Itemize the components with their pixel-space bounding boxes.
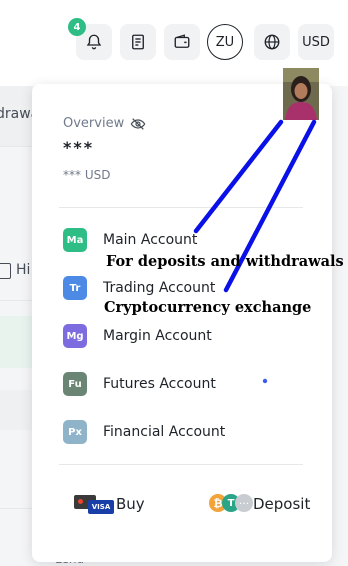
futures-account-item[interactable]: Fu Futures Account: [63, 372, 216, 396]
globe-icon: [264, 34, 280, 50]
trading-account-item[interactable]: Tr Trading Account: [63, 276, 215, 300]
background-divider: [0, 508, 32, 509]
wallet-icon: [174, 34, 190, 48]
main-account-item[interactable]: Ma Main Account: [63, 228, 197, 252]
currency-label: USD: [302, 34, 330, 50]
financial-account-label: Financial Account: [103, 424, 226, 440]
main-account-label: Main Account: [103, 232, 198, 248]
wallet-button[interactable]: [164, 24, 200, 60]
trading-account-badge: Tr: [63, 276, 87, 300]
background-row-highlight: [0, 316, 32, 368]
main-account-badge: Ma: [63, 228, 87, 252]
deposit-button[interactable]: ₿ T ··· Deposit: [209, 492, 310, 516]
buy-label: Buy: [116, 495, 145, 513]
financial-account-badge: Px: [63, 420, 87, 444]
financial-account-item[interactable]: Px Financial Account: [63, 420, 225, 444]
deposit-label: Deposit: [253, 495, 311, 513]
document-icon: [132, 34, 144, 50]
overview-balance-usd: *** USD: [63, 168, 111, 182]
divider: [59, 464, 303, 465]
divider: [59, 207, 303, 208]
trading-account-label: Trading Account: [103, 280, 216, 296]
annotation-trading-note: Cryptocurrency exchange: [104, 299, 312, 316]
account-dropdown-panel: Overview *** *** USD Ma Main Account Tr …: [32, 84, 332, 562]
buy-button[interactable]: VISA Buy: [74, 492, 145, 516]
background-divider: [0, 300, 32, 301]
futures-account-label: Futures Account: [103, 376, 216, 392]
crypto-coins-icon: ₿ T ···: [209, 493, 253, 515]
notification-count-badge: 4: [68, 18, 86, 36]
margin-account-label: Margin Account: [103, 328, 212, 344]
account-avatar-button[interactable]: ZU: [207, 24, 243, 60]
orders-button[interactable]: [120, 24, 156, 60]
background-divider: [0, 146, 32, 147]
margin-account-item[interactable]: Mg Margin Account: [63, 324, 212, 348]
bell-icon: [86, 34, 102, 50]
language-button[interactable]: [254, 24, 290, 60]
presenter-photo: [283, 68, 319, 120]
background-band: [0, 390, 32, 430]
more-coins-icon: ···: [235, 494, 253, 512]
eye-off-icon[interactable]: [130, 116, 146, 132]
hide-checkbox-label: Hi: [16, 262, 31, 278]
overview-balance: ***: [63, 138, 95, 157]
card-payment-icon: VISA: [74, 493, 114, 515]
currency-button[interactable]: USD: [298, 24, 334, 60]
overview-label: Overview: [63, 116, 125, 131]
visa-card-icon: VISA: [88, 500, 114, 514]
hide-checkbox[interactable]: [0, 263, 11, 279]
futures-account-badge: Fu: [63, 372, 87, 396]
annotation-main-note: For deposits and withdrawals: [106, 253, 344, 270]
margin-account-badge: Mg: [63, 324, 87, 348]
